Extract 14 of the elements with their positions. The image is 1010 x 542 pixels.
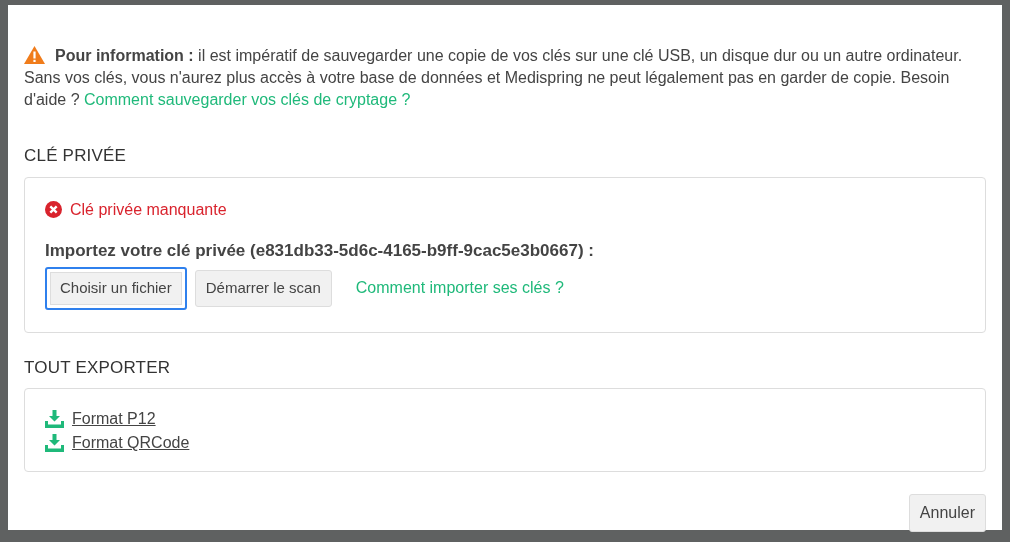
warning-icon xyxy=(24,46,45,64)
button[interactable]: Démarrer le scan xyxy=(194,270,332,307)
download-icon xyxy=(45,434,64,452)
button[interactable]: Choisir un fichier xyxy=(45,267,187,310)
cancel-button[interactable]: Annuler xyxy=(908,494,986,532)
download-icon xyxy=(45,410,64,428)
import-prompt: Importez votre clé privée (e831db33-5d6c-4165-b9ff-9cac5e3b0667) : xyxy=(45,239,595,262)
export-link[interactable]: Format QRCode xyxy=(72,431,190,455)
export-link[interactable]: Format P12 xyxy=(72,407,156,431)
error-message: Clé privée manquante xyxy=(70,199,227,220)
error-icon xyxy=(45,201,62,218)
section-heading: CLÉ PRIVÉE xyxy=(24,145,128,167)
section-heading: TOUT EXPORTER xyxy=(24,356,172,379)
information-text: Pour information : il est impératif de sauvegarder une copie de vos clés sur une clé USB, un disque dur ou un autre ordinateur. Sans vos clés, vous n'aurez plus accès à votre base de données et Medispring ne peut légalement pas en garder de copie. Besoin d'aide ? Comment sauvegarder vos clés de cryptage ? xyxy=(24,45,964,110)
